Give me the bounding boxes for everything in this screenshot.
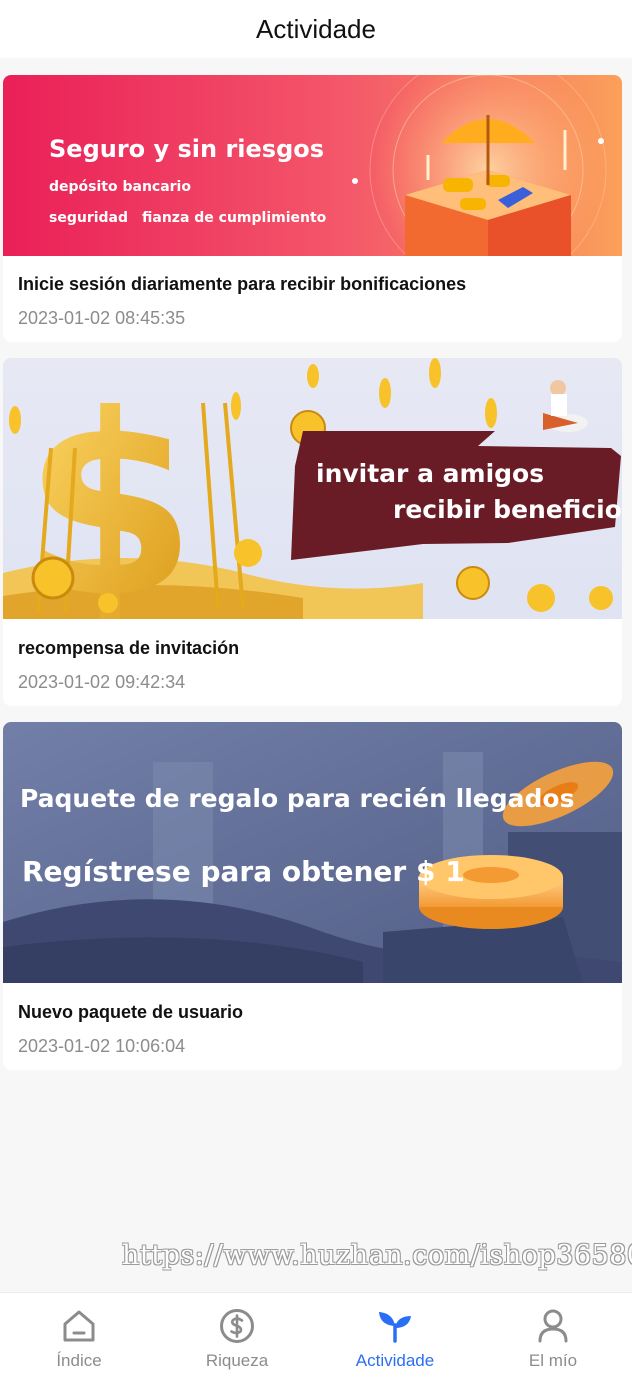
home-icon [63,1310,95,1342]
banner-line1: Paquete de regalo para recién llegados [20,784,575,813]
activity-card-new-user[interactable]: Paquete de regalo para recién llegados R… [3,722,622,1070]
card-title: Inicie sesión diariamente para recibir b… [18,274,467,294]
tab-label: Riqueza [205,1351,269,1370]
banner-image: Paquete de regalo para recién llegados R… [3,722,622,983]
banner-line2b: fianza de cumplimiento [142,210,327,226]
tab-riqueza[interactable]: Riqueza [158,1293,316,1384]
banner-line2: Regístrese para obtener $ 1 [22,855,465,888]
banner-line2: recibir beneficios [393,495,622,524]
banner-line1: invitar a amigos [316,459,545,488]
tab-label: Actividade [355,1351,435,1370]
tab-label: Índice [56,1351,102,1370]
dollar-circle-icon [220,1309,254,1343]
tab-indice[interactable]: Índice [0,1293,158,1384]
bottom-tab-bar: Índice Riqueza Actividade El mío [0,1292,632,1384]
card-date: 2023-01-02 08:45:35 [18,308,186,328]
banner-line2a: seguridad [49,210,129,226]
activity-card-daily-bonus[interactable]: Seguro y sin riesgos depósito bancario s… [3,75,622,342]
sprout-icon [379,1312,411,1343]
card-title: recompensa de invitación [18,638,240,658]
watermark: https://www.huzhan.com/ishop36580 [122,1240,632,1271]
card-date: 2023-01-02 10:06:04 [18,1036,186,1056]
banner-line1: depósito bancario [49,179,191,195]
user-icon [538,1309,568,1343]
activity-card-invitation[interactable]: $ invitar a amigos recibir beneficios re… [3,358,622,706]
header: Actividade [0,0,632,58]
page-title: Actividade [256,13,376,44]
tab-el-mio[interactable]: El mío [474,1293,632,1384]
tab-label: El mío [528,1351,578,1370]
tab-actividade[interactable]: Actividade [316,1293,474,1384]
banner-image: $ invitar a amigos recibir beneficios [3,358,622,619]
card-date: 2023-01-02 09:42:34 [18,672,186,692]
banner-image: Seguro y sin riesgos depósito bancario s… [3,75,622,256]
card-title: Nuevo paquete de usuario [18,1002,244,1022]
banner-headline: Seguro y sin riesgos [49,135,325,163]
